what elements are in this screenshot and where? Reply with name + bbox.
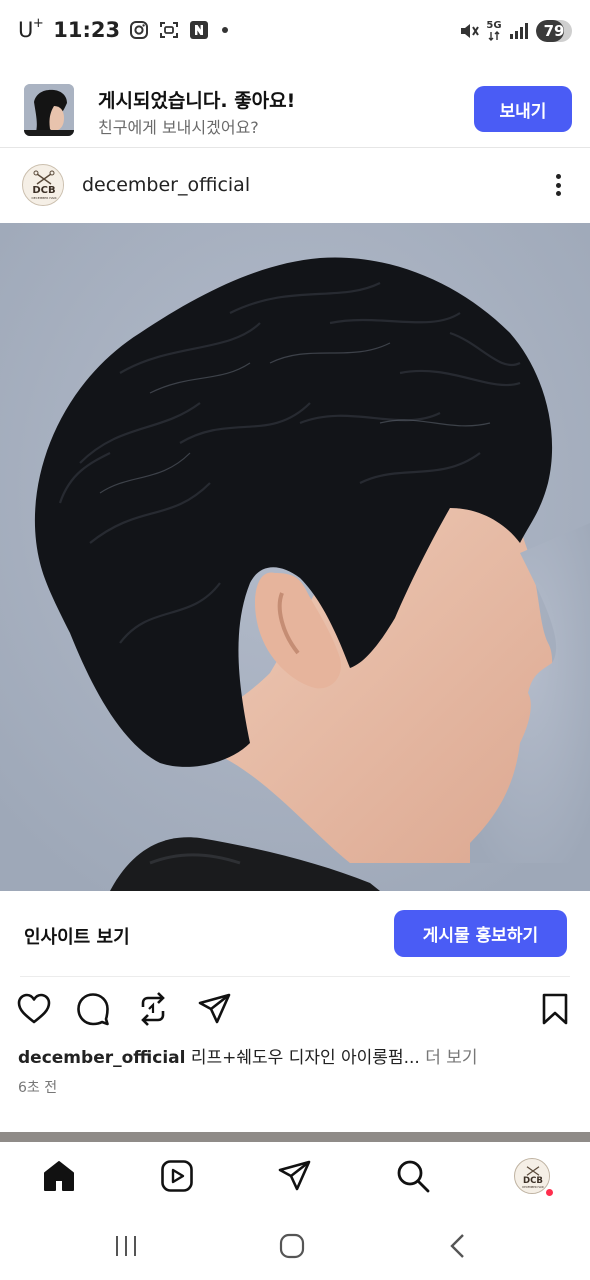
post-photo[interactable] (0, 223, 590, 891)
view-insights-link[interactable]: 인사이트 보기 (24, 923, 130, 949)
instagram-post-screen: U+ 11:23 5G 79 게시되었습니다. 좋아요! 친구에게 보내시겠어요… (0, 0, 590, 1280)
send-button[interactable]: 보내기 (474, 86, 572, 132)
clock: 11:23 (53, 18, 121, 42)
status-bar: U+ 11:23 5G 79 (0, 0, 590, 66)
more-options-icon[interactable] (546, 170, 570, 200)
5g-signal-icon: 5G (486, 20, 502, 42)
signal-bars-icon (508, 20, 530, 42)
post-header: DCB DECEMBER HAIR december_official (0, 158, 590, 218)
home-circle-icon[interactable] (272, 1230, 312, 1262)
post-username[interactable]: december_official (82, 174, 250, 196)
post-caption[interactable]: december_official 리프+쉐도우 디자인 아이롱펌... 더 보… (18, 1043, 578, 1068)
profile-tab[interactable]: DCB DECEMBER HAIR (512, 1156, 554, 1197)
carrier-label: U+ (18, 16, 44, 42)
divider (20, 976, 570, 977)
home-icon[interactable] (39, 1156, 79, 1196)
instagram-icon (128, 19, 150, 41)
bottom-navigation: DCB DECEMBER HAIR (0, 1142, 590, 1212)
banner-title: 게시되었습니다. 좋아요! (98, 90, 296, 112)
direct-icon[interactable] (275, 1156, 315, 1196)
caption-more-link[interactable]: 더 보기 (425, 1048, 477, 1068)
notification-dot-icon (222, 27, 229, 33)
caption-username[interactable]: december_official (18, 1048, 185, 1068)
battery-level-text: 79 (543, 22, 565, 40)
avatar-logo-subtext: DECEMBER HAIR (522, 1185, 544, 1189)
repost-icon[interactable] (134, 990, 172, 1028)
heart-icon[interactable] (15, 990, 53, 1028)
profile-avatar[interactable]: DCB DECEMBER HAIR (514, 1158, 550, 1194)
recents-icon[interactable] (106, 1230, 146, 1262)
banner-subtitle: 친구에게 보내시겠어요? (98, 118, 259, 137)
reels-icon[interactable] (157, 1156, 197, 1196)
notification-dot (545, 1188, 554, 1197)
post-timestamp: 6초 전 (18, 1080, 58, 1096)
system-navigation (0, 1212, 590, 1280)
camera-scan-icon (158, 19, 180, 41)
status-left: U+ 11:23 (18, 16, 229, 42)
post-thumbnail[interactable] (24, 84, 74, 136)
insights-row: 인사이트 보기 게시물 홍보하기 (0, 891, 590, 977)
mute-icon (458, 20, 480, 42)
status-right: 5G 79 (458, 20, 572, 42)
next-post-preview (0, 1132, 590, 1142)
avatar-logo-text: DCB (523, 1176, 543, 1186)
avatar-logo-text: DCB (32, 185, 55, 196)
posted-banner: 게시되었습니다. 좋아요! 친구에게 보내시겠어요? 보내기 (0, 80, 590, 148)
divider (0, 147, 590, 148)
profile-avatar[interactable]: DCB DECEMBER HAIR (22, 164, 64, 206)
search-icon[interactable] (393, 1156, 433, 1196)
post-actions (0, 986, 590, 1032)
battery-indicator: 79 (536, 20, 572, 42)
avatar-logo-subtext: DECEMBER HAIR (31, 196, 56, 200)
caption-text: 리프+쉐도우 디자인 아이롱펌... (190, 1048, 420, 1068)
promote-post-button[interactable]: 게시물 홍보하기 (394, 910, 567, 957)
naver-icon (188, 19, 210, 41)
send-icon[interactable] (196, 990, 234, 1028)
bookmark-icon[interactable] (536, 990, 574, 1028)
back-icon[interactable] (438, 1230, 478, 1262)
comment-icon[interactable] (74, 990, 112, 1028)
